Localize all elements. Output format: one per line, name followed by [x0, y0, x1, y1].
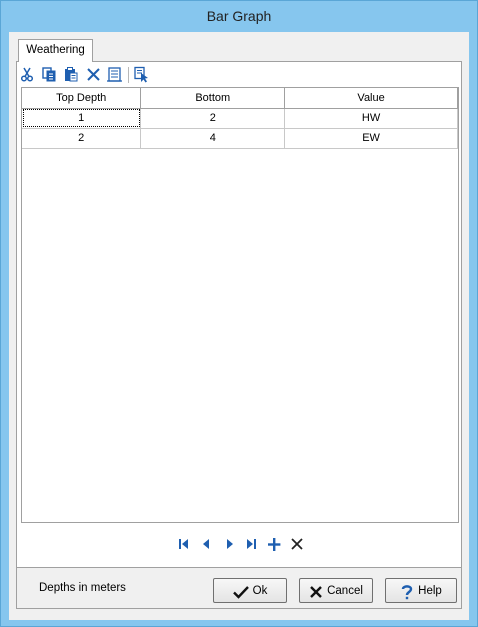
dialog-window: Bar Graph Weathering Top Depth Bottom Va…	[0, 0, 478, 627]
cancel-x-icon	[310, 585, 322, 598]
footer-panel: Depths in meters Ok Cancel Help	[16, 567, 462, 609]
delete-x-icon	[291, 538, 303, 550]
first-record-button[interactable]	[176, 535, 192, 553]
record-navigator	[9, 535, 469, 557]
clear-table-icon	[107, 67, 122, 82]
tab-weathering[interactable]: Weathering	[18, 39, 93, 62]
window-title: Bar Graph	[206, 8, 272, 24]
scissors-icon	[20, 67, 34, 82]
last-record-icon	[247, 539, 256, 549]
next-record-button[interactable]	[222, 535, 238, 553]
prior-record-icon	[203, 539, 209, 549]
ok-button[interactable]: Ok	[213, 578, 287, 603]
paste-icon	[65, 67, 78, 82]
table-header-row: Top Depth Bottom Value	[22, 88, 458, 109]
copy-button[interactable]	[41, 66, 58, 83]
cell-bottom[interactable]: 4	[140, 128, 286, 149]
ok-label: Ok	[252, 585, 268, 597]
next-record-icon	[227, 539, 233, 549]
cell-value[interactable]: EW	[284, 128, 458, 149]
data-grid[interactable]: Top Depth Bottom Value 1 2 HW 2 4 EW	[21, 87, 459, 523]
data-table: Top Depth Bottom Value 1 2 HW 2 4 EW	[22, 88, 458, 149]
cancel-button[interactable]: Cancel	[299, 578, 373, 603]
plus-icon	[268, 538, 281, 551]
prior-record-button[interactable]	[198, 535, 214, 553]
cancel-label: Cancel	[327, 585, 363, 597]
toolbar-separator	[128, 67, 129, 83]
delete-button[interactable]	[85, 66, 102, 83]
first-record-icon	[179, 539, 188, 549]
cell-top-depth[interactable]: 1	[22, 108, 142, 129]
help-question-icon	[401, 584, 413, 599]
help-label: Help	[418, 585, 442, 597]
column-header-top-depth[interactable]: Top Depth	[22, 88, 142, 109]
clear-button[interactable]	[106, 66, 123, 83]
select-button[interactable]	[133, 66, 150, 83]
column-header-value[interactable]: Value	[284, 88, 458, 109]
help-button[interactable]: Help	[385, 578, 457, 603]
copy-icon	[42, 67, 56, 82]
last-record-button[interactable]	[243, 535, 259, 553]
dialog-client: Weathering Top Depth Bottom Value 1 2 HW…	[9, 32, 469, 620]
delete-record-button[interactable]	[289, 535, 305, 553]
column-header-bottom[interactable]: Bottom	[140, 88, 286, 109]
insert-record-button[interactable]	[266, 535, 282, 553]
cell-value[interactable]: HW	[284, 108, 458, 129]
table-row: 1 2 HW	[22, 108, 458, 129]
paste-button[interactable]	[63, 66, 80, 83]
cell-top-depth[interactable]: 2	[22, 128, 142, 149]
units-label: Depths in meters	[39, 582, 126, 594]
cut-button[interactable]	[19, 66, 36, 83]
grid-toolbar	[19, 66, 219, 84]
table-row: 2 4 EW	[22, 128, 458, 149]
select-cursor-icon	[134, 66, 148, 83]
delete-x-icon	[87, 68, 100, 81]
cell-bottom[interactable]: 2	[140, 108, 286, 129]
checkmark-icon	[232, 585, 249, 599]
